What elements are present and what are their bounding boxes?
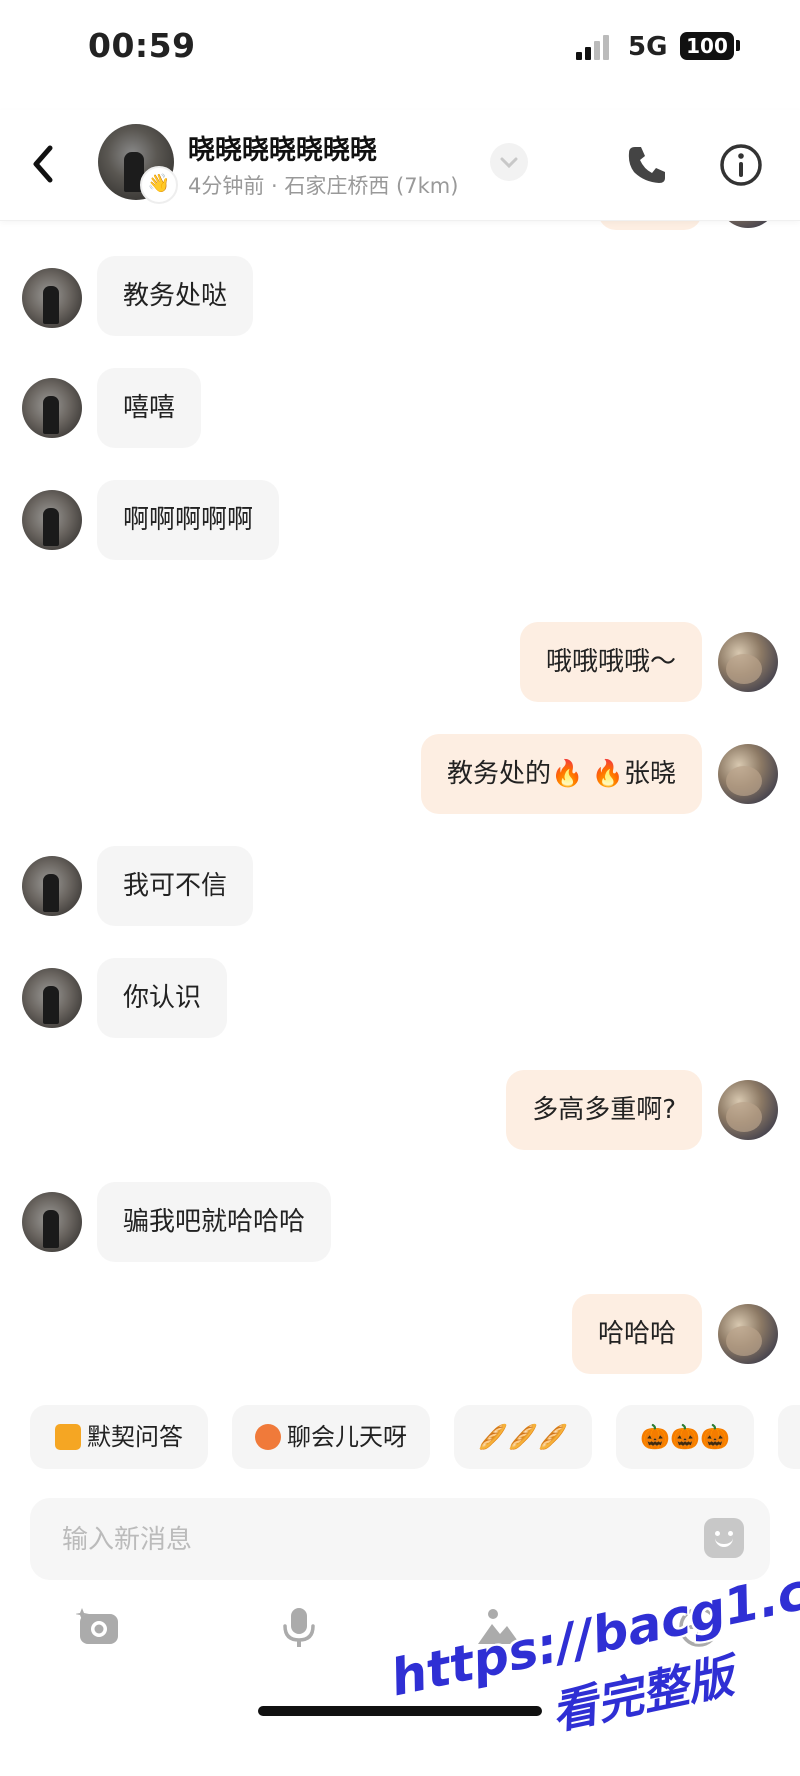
watermark-text: 看完整版 (546, 1648, 738, 1740)
message-bubble[interactable]: 我可不信 (97, 846, 254, 926)
network-type: 5G (628, 32, 668, 62)
chip-label: 聊会儿天呀 (287, 1423, 407, 1451)
contact-status: 4分钟前 · 石家庄桥西 (7km) (188, 174, 459, 198)
quick-reply-chip[interactable]: 聊会儿天呀 (232, 1405, 430, 1469)
message-input[interactable] (60, 1498, 664, 1582)
info-icon[interactable] (718, 142, 764, 188)
status-time: 00:59 (88, 26, 196, 65)
phone-icon[interactable] (624, 142, 670, 188)
microphone-icon[interactable] (276, 1604, 322, 1650)
back-icon[interactable] (28, 142, 58, 186)
message-bubble[interactable]: 啊啊啊啊啊 (97, 480, 280, 560)
chip-label: 默契问答 (87, 1423, 183, 1451)
message-other: 骗我吧就哈哈哈 (0, 1182, 800, 1266)
message-bubble[interactable]: 嘻嘻 (97, 368, 202, 448)
message-other: 教务处哒 (0, 256, 800, 340)
home-indicator (258, 1706, 542, 1716)
quick-reply-chip[interactable] (778, 1405, 800, 1469)
message-self: 多高多重啊? (0, 1070, 800, 1154)
message-bubble[interactable]: 教务处的🔥 🔥张晓 (420, 734, 702, 814)
message-bubble[interactable]: 你认识 (97, 958, 228, 1038)
contact-avatar[interactable] (22, 378, 82, 438)
chip-label: 🥖🥖🥖 (478, 1423, 568, 1451)
chip-label: 🎃🎃🎃 (640, 1423, 730, 1451)
contact-avatar[interactable] (22, 1192, 82, 1252)
message-bubble[interactable]: 多高多重啊? (506, 1070, 702, 1150)
add-icon[interactable] (676, 1604, 722, 1650)
message-bubble[interactable]: 骗我吧就哈哈哈 (97, 1182, 332, 1262)
contact-name[interactable]: 晓晓晓晓晓晓晓 (188, 128, 377, 167)
self-avatar[interactable] (718, 632, 778, 692)
self-avatar[interactable] (718, 1304, 778, 1364)
message-self: 哦哦哦哦～ (0, 622, 800, 706)
contact-avatar[interactable] (22, 490, 82, 550)
emoji-icon[interactable] (704, 1518, 744, 1558)
message-bubble[interactable]: 哈哈哈 (571, 1294, 702, 1374)
message-input-bar (30, 1498, 770, 1582)
self-avatar[interactable] (718, 744, 778, 804)
quiz-icon (55, 1424, 81, 1450)
fire-icon: 🔥 (550, 759, 584, 789)
message-list[interactable]: 偶晓 教务处哒 嘻嘻 啊啊啊啊啊 哦哦哦哦～ 教务处的🔥 🔥张晓 我可不信 你认… (0, 200, 800, 1390)
self-avatar[interactable] (718, 1080, 778, 1140)
message-self: 哈哈哈 (0, 1294, 800, 1378)
message-other: 嘻嘻 (0, 368, 800, 452)
message-other: 我可不信 (0, 846, 800, 930)
wave-icon: 👋 (140, 166, 178, 204)
quick-reply-chip[interactable]: 默契问答 (30, 1405, 208, 1469)
chat-icon (255, 1424, 281, 1450)
contact-avatar[interactable] (22, 856, 82, 916)
status-bar: 00:59 5G 100 (0, 0, 800, 100)
contact-avatar[interactable] (22, 968, 82, 1028)
message-text: 教务处的 (446, 759, 551, 789)
chat-header: 👋 晓晓晓晓晓晓晓 4分钟前 · 石家庄桥西 (7km) (0, 110, 800, 221)
image-icon[interactable] (476, 1604, 522, 1650)
message-self: 教务处的🔥 🔥张晓 (0, 734, 800, 818)
battery-icon: 100 (680, 32, 734, 60)
battery-cap (736, 40, 740, 51)
message-other: 啊啊啊啊啊 (0, 480, 800, 564)
quick-reply-chip[interactable]: 🥖🥖🥖 (454, 1405, 592, 1469)
message-other: 你认识 (0, 958, 800, 1042)
message-text: 张晓 (623, 759, 676, 789)
quick-reply-chip[interactable]: 🎃🎃🎃 (616, 1405, 754, 1469)
contact-avatar[interactable] (22, 268, 82, 328)
camera-icon[interactable] (76, 1604, 122, 1650)
message-bubble[interactable]: 哦哦哦哦～ (519, 622, 702, 702)
quick-reply-bar[interactable]: 默契问答 聊会儿天呀 🥖🥖🥖 🎃🎃🎃 (0, 1405, 800, 1471)
message-bubble[interactable]: 教务处哒 (97, 256, 254, 336)
fire-icon: 🔥 (591, 759, 624, 789)
chevron-down-icon[interactable] (490, 143, 528, 181)
signal-icon (576, 34, 616, 60)
